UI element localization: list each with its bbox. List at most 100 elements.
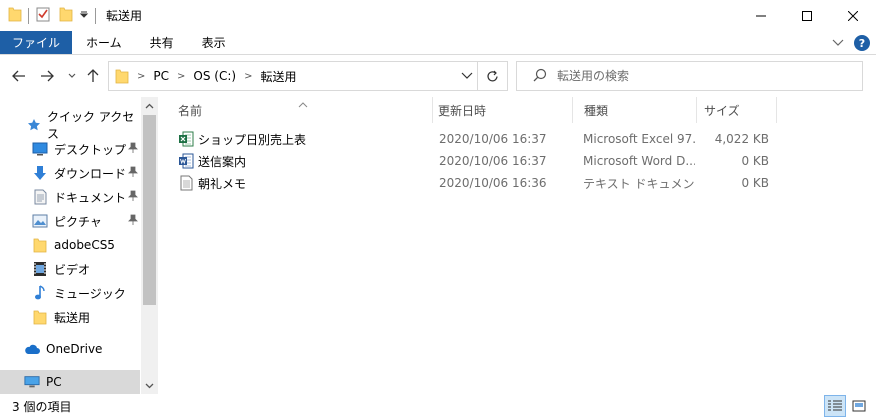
nav-item-pc[interactable]: PC xyxy=(0,370,140,394)
nav-item-label: OneDrive xyxy=(46,342,103,356)
file-date: 2020/10/06 16:37 xyxy=(439,132,547,146)
window-title: 転送用 xyxy=(106,9,143,23)
window-controls xyxy=(738,0,876,31)
minimize-button[interactable] xyxy=(738,0,784,31)
chevron-down-icon xyxy=(68,73,76,78)
address-bar[interactable]: > PC > OS (C:) > 転送用 xyxy=(108,61,508,91)
nav-item-videos[interactable]: ビデオ xyxy=(32,257,140,281)
tab-share[interactable]: 共有 xyxy=(136,31,188,54)
details-view-icon xyxy=(828,400,842,411)
column-header-size[interactable]: サイズ xyxy=(704,97,774,123)
scroll-up-button[interactable] xyxy=(141,97,158,114)
tab-home[interactable]: ホーム xyxy=(72,31,136,54)
new-folder-icon[interactable] xyxy=(59,6,73,25)
nav-item-adobecs5[interactable]: adobeCS5 xyxy=(32,233,140,257)
close-button[interactable] xyxy=(830,0,876,31)
desktop-icon xyxy=(32,141,48,157)
nav-item-desktop[interactable]: デスクトップ xyxy=(32,137,140,161)
navigation-pane: クイック アクセス デスクトップ ダウンロード ドキュメント ピクチャ adob… xyxy=(0,97,158,394)
address-history-button[interactable] xyxy=(461,69,473,83)
item-count: 3 個の項目 xyxy=(12,399,72,414)
chevron-down-icon xyxy=(145,383,154,388)
file-row[interactable]: ショップ日別売上表 2020/10/06 16:37 Microsoft Exc… xyxy=(174,128,774,150)
column-divider[interactable] xyxy=(776,97,777,123)
chevron-right-icon: > xyxy=(177,70,186,82)
music-icon xyxy=(32,285,48,301)
refresh-button[interactable] xyxy=(477,62,507,90)
file-name: 朝礼メモ xyxy=(198,176,247,191)
excel-icon xyxy=(178,131,194,147)
back-button[interactable] xyxy=(10,67,28,85)
separator xyxy=(95,7,96,24)
properties-icon[interactable] xyxy=(35,6,51,25)
ribbon-right-controls: ? xyxy=(832,31,870,55)
up-button[interactable] xyxy=(84,67,102,85)
nav-item-label: デスクトップ xyxy=(54,142,127,157)
expand-ribbon-button[interactable] xyxy=(832,36,844,50)
video-icon xyxy=(32,261,48,277)
breadcrumb-pc[interactable]: PC xyxy=(153,69,169,83)
picture-icon xyxy=(32,213,48,229)
refresh-icon xyxy=(487,70,498,81)
nav-item-music[interactable]: ミュージック xyxy=(32,281,140,305)
details-view-button[interactable] xyxy=(824,395,846,417)
breadcrumb-folder[interactable]: 転送用 xyxy=(260,68,296,85)
file-size: 0 KB xyxy=(741,154,769,168)
nav-item-label: ミュージック xyxy=(54,286,126,301)
nav-item-label: PC xyxy=(46,375,62,389)
column-divider[interactable] xyxy=(696,97,697,123)
column-header-type[interactable]: 種類 xyxy=(584,97,694,123)
breadcrumb-drive[interactable]: OS (C:) xyxy=(193,69,236,83)
ribbon-tabs: ファイル ホーム 共有 表示 ? xyxy=(0,31,876,55)
view-switcher xyxy=(824,395,870,417)
file-name-cell: ショップ日別売上表 xyxy=(178,128,428,150)
scroll-thumb[interactable] xyxy=(143,115,156,305)
maximize-icon xyxy=(802,10,812,21)
nav-item-label: ダウンロード xyxy=(54,166,127,181)
tab-file[interactable]: ファイル xyxy=(0,31,73,54)
scroll-down-button[interactable] xyxy=(141,377,158,394)
file-date: 2020/10/06 16:36 xyxy=(439,176,547,190)
star-icon xyxy=(26,117,41,133)
search-input[interactable] xyxy=(557,69,837,83)
tab-view[interactable]: 表示 xyxy=(188,31,240,54)
file-type: テキスト ドキュメント xyxy=(583,176,695,191)
chevron-right-icon: > xyxy=(244,70,253,82)
file-list: 名前 更新日時 種類 サイズ ショップ日別売上表 2020/10/06 16:3… xyxy=(164,97,876,394)
search-icon xyxy=(533,68,547,85)
recent-locations-button[interactable] xyxy=(63,67,81,85)
separator xyxy=(28,7,29,24)
file-size: 4,022 KB xyxy=(714,132,769,146)
nav-scrollbar[interactable] xyxy=(141,97,158,394)
forward-button[interactable] xyxy=(38,67,56,85)
cloud-icon xyxy=(24,341,40,357)
large-icons-view-button[interactable] xyxy=(848,395,870,417)
column-divider[interactable] xyxy=(432,97,433,123)
help-button[interactable]: ? xyxy=(854,35,870,51)
nav-item-transfer-folder[interactable]: 転送用 xyxy=(32,305,140,329)
nav-item-downloads[interactable]: ダウンロード xyxy=(32,161,140,185)
column-header-name[interactable]: 名前 xyxy=(178,97,428,123)
nav-item-onedrive[interactable]: OneDrive xyxy=(24,337,140,361)
file-row[interactable]: 送信案内 2020/10/06 16:37 Microsoft Word D..… xyxy=(174,150,774,172)
file-row[interactable]: 朝礼メモ 2020/10/06 16:36 テキスト ドキュメント 0 KB xyxy=(174,172,774,194)
file-type: Microsoft Word D... xyxy=(583,154,695,168)
maximize-button[interactable] xyxy=(784,0,830,31)
word-icon xyxy=(178,153,194,169)
navigation-bar: > PC > OS (C:) > 転送用 xyxy=(0,55,876,97)
document-icon xyxy=(32,189,48,205)
search-box[interactable] xyxy=(516,61,863,91)
close-icon xyxy=(848,10,858,21)
customize-toolbar-icon[interactable] xyxy=(79,9,89,23)
column-header-date[interactable]: 更新日時 xyxy=(438,97,574,123)
nav-item-pictures[interactable]: ピクチャ xyxy=(32,209,140,233)
nav-item-quick-access[interactable]: クイック アクセス xyxy=(26,110,140,141)
download-icon xyxy=(32,165,48,181)
nav-item-label: 転送用 xyxy=(54,310,91,325)
folder-icon xyxy=(32,309,48,325)
column-divider[interactable] xyxy=(572,97,573,123)
folder-icon xyxy=(32,237,48,253)
nav-item-documents[interactable]: ドキュメント xyxy=(32,185,140,209)
file-name: 送信案内 xyxy=(198,154,247,169)
pin-icon xyxy=(128,142,138,157)
